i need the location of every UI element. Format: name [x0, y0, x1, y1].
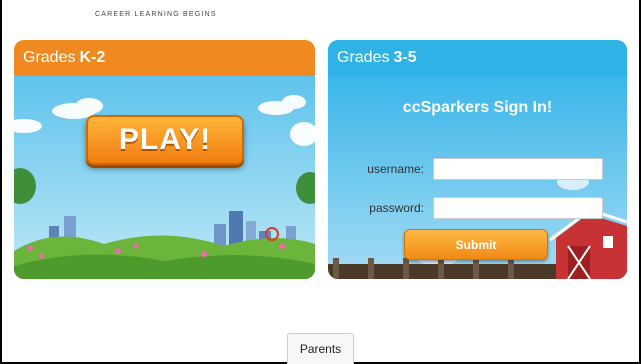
password-row: password: — [328, 197, 627, 219]
parents-button[interactable]: Parents — [287, 333, 354, 364]
username-row: username: — [328, 158, 627, 180]
submit-button[interactable]: Submit — [404, 229, 548, 260]
username-label: username: — [367, 162, 424, 176]
username-input[interactable] — [433, 158, 603, 180]
grades-35-panel: Grades 3-5 ccSparkers Sign In! username:… — [328, 40, 627, 279]
tagline: CAREER LEARNING BEGINS — [95, 11, 217, 18]
grades-k2-header: Grades K-2 — [14, 40, 315, 76]
signin-title: ccSparkers Sign In! — [402, 99, 553, 116]
grades-k2-title-prefix: Grades — [23, 49, 76, 66]
grades-35-title-prefix: Grades — [337, 49, 390, 66]
password-label: password: — [369, 201, 424, 215]
grades-35-title-level: 3-5 — [393, 49, 417, 66]
k2-scene-illustration — [14, 76, 315, 279]
password-input[interactable] — [433, 197, 603, 219]
grades-k2-title-level: K-2 — [79, 49, 106, 66]
grades-k2-panel: Grades K-2 PLAY! — [14, 40, 315, 279]
grades-35-header: Grades 3-5 — [328, 40, 627, 76]
play-button[interactable]: PLAY! — [86, 115, 244, 165]
